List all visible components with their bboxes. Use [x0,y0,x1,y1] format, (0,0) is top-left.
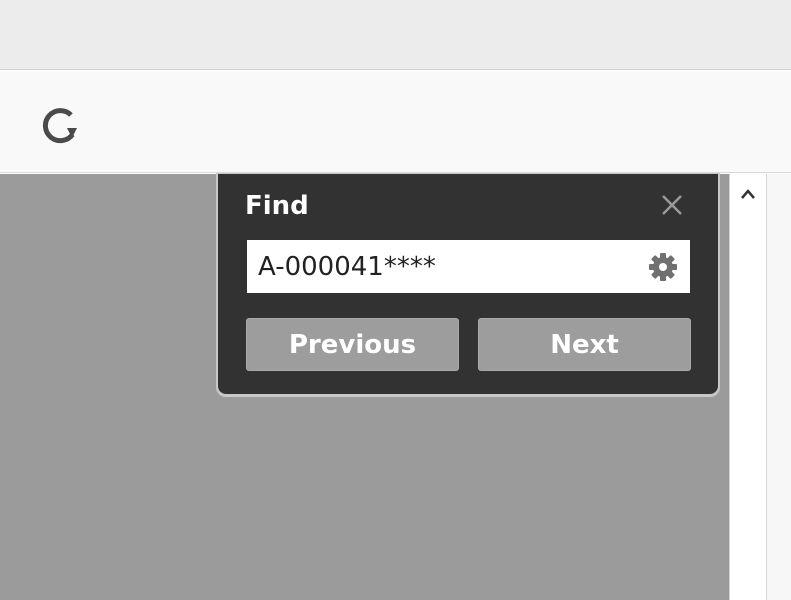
toolbar [0,71,791,173]
refresh-button[interactable] [30,101,90,151]
find-panel: Find A-000041**** Previous Next [218,174,718,394]
gear-icon [649,253,677,281]
find-title: Find [245,191,309,221]
vertical-scrollbar[interactable] [729,174,767,600]
close-icon [662,195,682,215]
refresh-icon [42,108,77,144]
search-input[interactable] [247,240,637,293]
chevron-up-icon [741,189,755,199]
next-button[interactable]: Next [478,318,691,371]
previous-button[interactable]: Previous [246,318,459,371]
window-edge [767,174,791,600]
app-window: Find A-000041**** Previous Next [0,0,791,600]
search-field [247,240,690,293]
title-bar [0,0,791,70]
close-button[interactable] [654,188,690,222]
scroll-up-button[interactable] [730,180,766,208]
search-options-button[interactable] [645,249,681,285]
